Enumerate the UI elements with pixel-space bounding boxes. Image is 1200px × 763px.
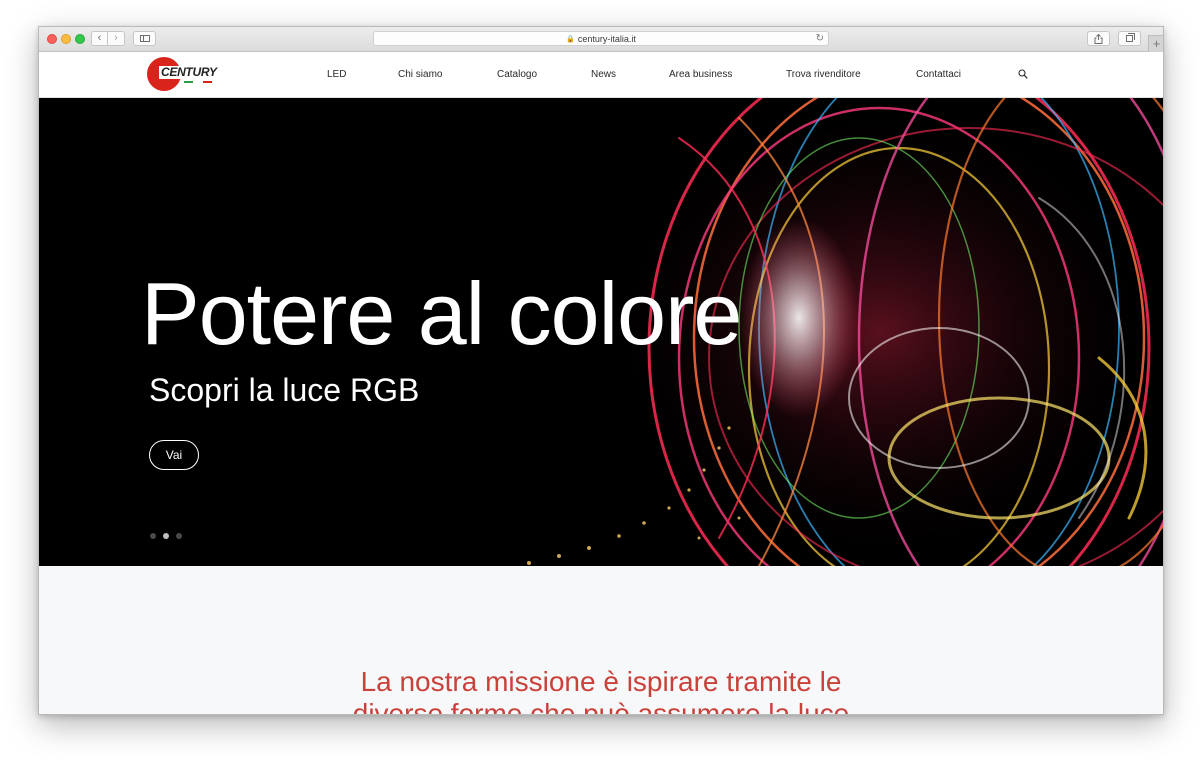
nav-item-news[interactable]: News — [591, 69, 616, 81]
sidebar-icon — [139, 35, 150, 42]
mission-line-2: diverse forme che può assumere la luce — [352, 698, 850, 715]
hero-subtitle: Scopri la luce RGB — [149, 372, 420, 408]
share-button[interactable] — [1087, 31, 1110, 46]
forward-button[interactable]: › — [108, 31, 125, 46]
hero-cta-button[interactable]: Vai — [149, 440, 199, 470]
browser-toolbar: ‹ › 🔒 century-italia.it ↻ + — [39, 27, 1163, 52]
nav-item-chi-siamo[interactable]: Chi siamo — [398, 69, 442, 81]
back-button[interactable]: ‹ — [91, 31, 108, 46]
nav-item-contattaci[interactable]: Contattaci — [916, 69, 961, 81]
nav-item-trova-rivenditore[interactable]: Trova rivenditore — [786, 69, 861, 81]
slider-dot-active[interactable] — [163, 533, 169, 539]
site-header: CENTURY LED Chi siamo Catalogo News Area… — [39, 52, 1163, 98]
minimize-window-button[interactable] — [61, 34, 71, 44]
chevron-left-icon: ‹ — [97, 32, 102, 44]
browser-window: ‹ › 🔒 century-italia.it ↻ + CENTURY LED … — [38, 26, 1164, 715]
nav-item-catalogo[interactable]: Catalogo — [497, 69, 537, 81]
share-icon — [1094, 33, 1103, 44]
mission-line-1: La nostra missione è ispirare tramite le — [360, 666, 842, 697]
close-window-button[interactable] — [47, 34, 57, 44]
hero-title: Potere al colore — [141, 264, 742, 363]
slider-pagination — [150, 533, 182, 539]
url-text: century-italia.it — [577, 33, 636, 44]
hero-slider: Potere al colore Scopri la luce RGB Vai — [39, 98, 1163, 566]
search-icon[interactable] — [1018, 69, 1028, 79]
nav-item-area-business[interactable]: Area business — [669, 69, 732, 81]
logo-text: CENTURY — [159, 65, 219, 79]
show-tabs-button[interactable] — [1118, 31, 1141, 46]
zoom-window-button[interactable] — [75, 34, 85, 44]
address-bar[interactable]: 🔒 century-italia.it ↻ — [373, 31, 829, 46]
mission-statement: La nostra missione è ispirare tramite le… — [39, 666, 1163, 715]
slider-dot[interactable] — [150, 533, 156, 539]
century-logo[interactable]: CENTURY — [147, 56, 219, 92]
nav-item-led[interactable]: LED — [327, 69, 346, 81]
new-tab-button[interactable]: + — [1148, 35, 1163, 52]
reload-icon[interactable]: ↻ — [816, 32, 824, 45]
tabs-icon — [1126, 33, 1135, 42]
slider-dot[interactable] — [176, 533, 182, 539]
mission-section: La nostra missione è ispirare tramite le… — [39, 566, 1163, 714]
lock-icon: 🔒 — [566, 35, 575, 43]
chevron-right-icon: › — [114, 32, 118, 44]
logo-flag-stripe — [184, 81, 212, 83]
sidebar-toggle-button[interactable] — [133, 31, 156, 46]
